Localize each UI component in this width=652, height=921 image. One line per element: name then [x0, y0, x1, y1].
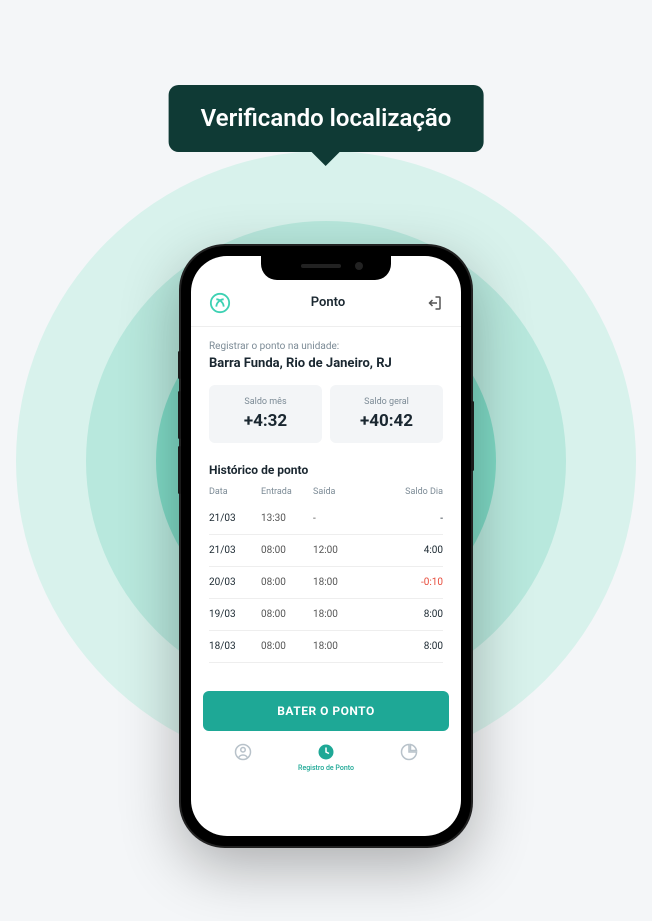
cell-date: 21/03	[209, 513, 261, 524]
header-date: Data	[209, 487, 261, 497]
cell-saida: -	[313, 513, 365, 524]
nav-clock[interactable]: Registro de Ponto	[298, 743, 354, 772]
cell-saldo: -	[365, 513, 443, 524]
cell-date: 19/03	[209, 609, 261, 620]
chart-icon	[400, 743, 418, 761]
cell-entrada: 13:30	[261, 513, 313, 524]
balance-total-label: Saldo geral	[340, 397, 433, 407]
phone-notch	[261, 256, 391, 280]
history-rows: 21/0313:30--21/0308:0012:004:0020/0308:0…	[209, 503, 443, 663]
table-row: 20/0308:0018:00-0:10	[209, 567, 443, 599]
history-title: Histórico de ponto	[209, 463, 443, 477]
location-name: Barra Funda, Rio de Janeiro, RJ	[209, 356, 443, 371]
nav-clock-label: Registro de Ponto	[298, 764, 354, 772]
cell-saida: 12:00	[313, 545, 365, 556]
cell-entrada: 08:00	[261, 577, 313, 588]
cell-saldo: 8:00	[365, 641, 443, 652]
phone-frame: Ponto Registrar o ponto na unidade: Barr…	[181, 246, 471, 846]
table-row: 19/0308:0018:008:00	[209, 599, 443, 631]
phone-screen: Ponto Registrar o ponto na unidade: Barr…	[191, 256, 461, 836]
balance-month-label: Saldo mês	[219, 397, 312, 407]
clock-icon	[317, 743, 335, 761]
cell-date: 20/03	[209, 577, 261, 588]
header-saida: Saída	[313, 487, 365, 497]
cell-saldo: -0:10	[365, 577, 443, 588]
nav-reports[interactable]	[400, 743, 418, 761]
balance-row: Saldo mês +4:32 Saldo geral +40:42	[209, 385, 443, 443]
cell-saida: 18:00	[313, 641, 365, 652]
balance-total-card: Saldo geral +40:42	[330, 385, 443, 443]
nav-profile[interactable]	[234, 743, 252, 761]
main-content: Registrar o ponto na unidade: Barra Fund…	[191, 327, 461, 677]
cell-saida: 18:00	[313, 577, 365, 588]
cell-entrada: 08:00	[261, 545, 313, 556]
location-subtitle: Registrar o ponto na unidade:	[209, 341, 443, 352]
profile-icon	[234, 743, 252, 761]
cell-date: 18/03	[209, 641, 261, 652]
table-header: Data Entrada Saída Saldo Dia	[209, 487, 443, 503]
clock-in-button[interactable]: BATER O PONTO	[203, 691, 449, 731]
table-row: 21/0313:30--	[209, 503, 443, 535]
logo-icon	[209, 292, 231, 314]
header-entrada: Entrada	[261, 487, 313, 497]
cell-date: 21/03	[209, 545, 261, 556]
location-tooltip: Verificando localização	[169, 85, 484, 152]
cell-entrada: 08:00	[261, 609, 313, 620]
balance-month-card: Saldo mês +4:32	[209, 385, 322, 443]
balance-month-value: +4:32	[219, 411, 312, 431]
cell-saida: 18:00	[313, 609, 365, 620]
table-row: 21/0308:0012:004:00	[209, 535, 443, 567]
exit-icon[interactable]	[425, 294, 443, 312]
balance-total-value: +40:42	[340, 411, 433, 431]
table-row: 18/0308:0018:008:00	[209, 631, 443, 663]
cell-saldo: 4:00	[365, 545, 443, 556]
page-title: Ponto	[311, 295, 345, 310]
bottom-nav: Registro de Ponto	[191, 737, 461, 786]
header-saldo: Saldo Dia	[365, 487, 443, 497]
cell-entrada: 08:00	[261, 641, 313, 652]
cell-saldo: 8:00	[365, 609, 443, 620]
